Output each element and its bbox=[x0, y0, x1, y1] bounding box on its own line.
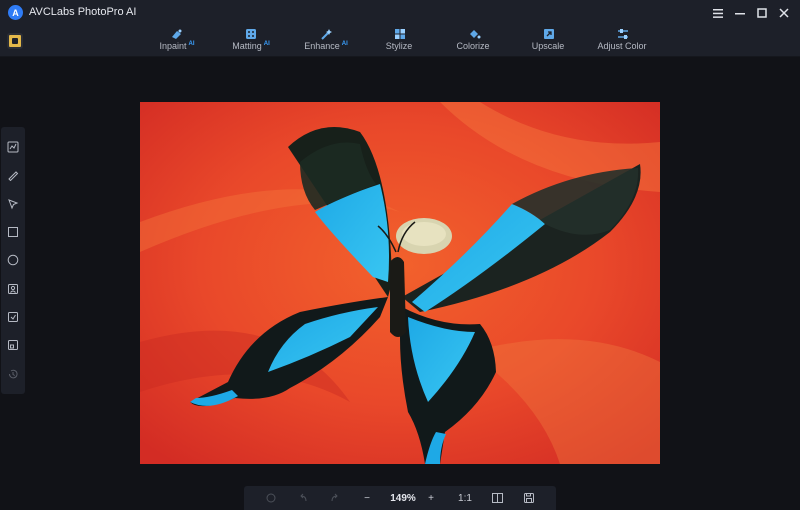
stylize-icon bbox=[395, 29, 405, 39]
left-toolbar bbox=[1, 127, 25, 394]
tool-label: Matting bbox=[232, 41, 262, 51]
history-icon[interactable] bbox=[6, 367, 20, 381]
minimize-icon[interactable] bbox=[730, 4, 750, 22]
upscale-icon bbox=[544, 29, 554, 39]
brush-icon[interactable] bbox=[6, 168, 20, 182]
colorize-icon bbox=[470, 30, 481, 39]
butterfly-photo bbox=[140, 102, 660, 464]
tool-list: Inpaint AI Matting AI Enhance AI Stylize Co… bbox=[0, 26, 800, 57]
inpaint-icon bbox=[172, 29, 182, 39]
tool-colorize[interactable]: Colorize bbox=[439, 26, 509, 57]
save-icon[interactable] bbox=[522, 490, 536, 506]
reset-icon[interactable] bbox=[264, 490, 278, 506]
redo-icon[interactable] bbox=[328, 490, 342, 506]
matting-icon bbox=[246, 29, 256, 39]
tool-label: Upscale bbox=[531, 41, 565, 51]
window-controls bbox=[708, 4, 794, 22]
zoom-out-button[interactable]: − bbox=[360, 490, 374, 506]
maximize-icon[interactable] bbox=[752, 4, 772, 22]
tool-enhance[interactable]: Enhance AI bbox=[291, 26, 361, 57]
compare-icon[interactable] bbox=[490, 490, 504, 506]
tool-adjust-color[interactable]: Adjust Color bbox=[588, 26, 658, 57]
image-canvas[interactable] bbox=[140, 102, 660, 464]
tool-label: Colorize bbox=[456, 41, 490, 51]
close-icon[interactable] bbox=[774, 4, 794, 22]
zoom-level: 149% bbox=[390, 492, 416, 504]
actual-size-button[interactable]: 1:1 bbox=[454, 490, 476, 506]
app-title: AVCLabs PhotoPro AI bbox=[29, 6, 137, 18]
ai-badge: AI bbox=[263, 41, 270, 47]
tool-label: Inpaint bbox=[159, 41, 187, 51]
tool-strip: Inpaint AI Matting AI Enhance AI Stylize Co… bbox=[0, 26, 800, 57]
image-select-icon[interactable] bbox=[6, 338, 20, 352]
auto-select-icon[interactable] bbox=[6, 140, 20, 154]
app-logo-icon: A bbox=[8, 5, 23, 20]
enhance-icon bbox=[321, 29, 332, 40]
portrait-select-icon[interactable] bbox=[6, 282, 20, 296]
adjust-color-icon bbox=[618, 29, 628, 39]
tool-label: Enhance bbox=[304, 41, 340, 51]
object-select-icon[interactable] bbox=[6, 310, 20, 324]
lasso-icon[interactable] bbox=[6, 197, 20, 211]
bottom-control-bar: − 149% + 1:1 bbox=[244, 486, 556, 510]
title-bar: A AVCLabs PhotoPro AI bbox=[0, 0, 800, 26]
ai-badge: AI bbox=[341, 41, 348, 47]
tool-inpaint[interactable]: Inpaint AI bbox=[142, 26, 212, 57]
ellipse-select-icon[interactable] bbox=[6, 253, 20, 267]
ai-badge: AI bbox=[188, 41, 195, 47]
rectangle-select-icon[interactable] bbox=[6, 225, 20, 239]
tool-stylize[interactable]: Stylize bbox=[365, 26, 435, 57]
tool-matting[interactable]: Matting AI bbox=[216, 26, 286, 57]
tool-label: Stylize bbox=[385, 41, 413, 51]
undo-icon[interactable] bbox=[296, 490, 310, 506]
menu-icon[interactable] bbox=[708, 4, 728, 22]
tool-label: Adjust Color bbox=[597, 41, 647, 51]
tool-upscale[interactable]: Upscale bbox=[514, 26, 584, 57]
zoom-in-button[interactable]: + bbox=[424, 490, 438, 506]
